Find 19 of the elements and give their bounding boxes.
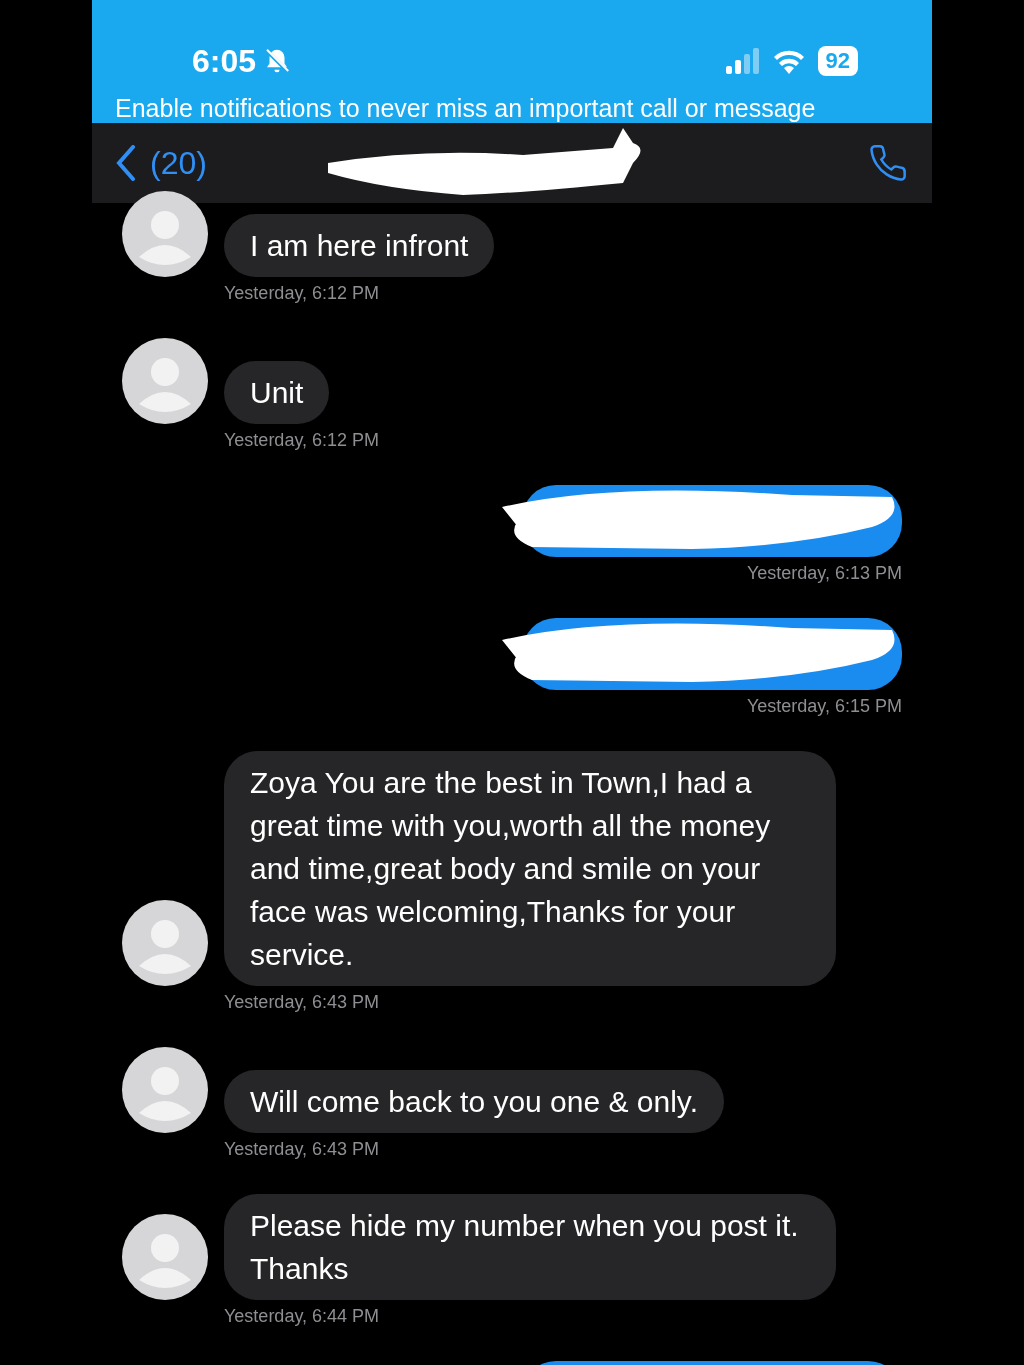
phone-icon[interactable] bbox=[868, 143, 908, 183]
timestamp: Yesterday, 6:43 PM bbox=[224, 1139, 380, 1160]
signal-icon bbox=[725, 48, 760, 74]
chevron-left-icon bbox=[116, 145, 136, 181]
clock: 6:05 bbox=[192, 42, 257, 80]
banner-text: Enable notifications to never miss an important call or message bbox=[114, 93, 817, 123]
message-bubble: Please hide my number when you post it. Thanks bbox=[224, 1194, 836, 1300]
message-bubble: Will come back to you one & only. bbox=[224, 1070, 724, 1133]
back-button[interactable]: (20) bbox=[116, 144, 207, 182]
message-bubble: Unit bbox=[224, 361, 330, 424]
message-bubble: I am here infront bbox=[224, 214, 495, 277]
battery-level: 92 bbox=[817, 46, 858, 76]
timestamp: Yesterday, 6:12 PM bbox=[224, 430, 380, 451]
timestamp: Yesterday, 6:43 PM bbox=[224, 992, 380, 1013]
message-bubble: Zoya You are the best in Town,I had a great time with you,worth all the money and time,great body and smile on your face was welcoming,Thanks for your service. bbox=[224, 751, 836, 986]
timestamp: Yesterday, 6:12 PM bbox=[224, 283, 380, 304]
timestamp: Yesterday, 6:13 PM bbox=[746, 563, 902, 584]
timestamp: Yesterday, 6:44 PM bbox=[224, 1306, 380, 1327]
timestamp: Yesterday, 6:15 PM bbox=[746, 696, 902, 717]
